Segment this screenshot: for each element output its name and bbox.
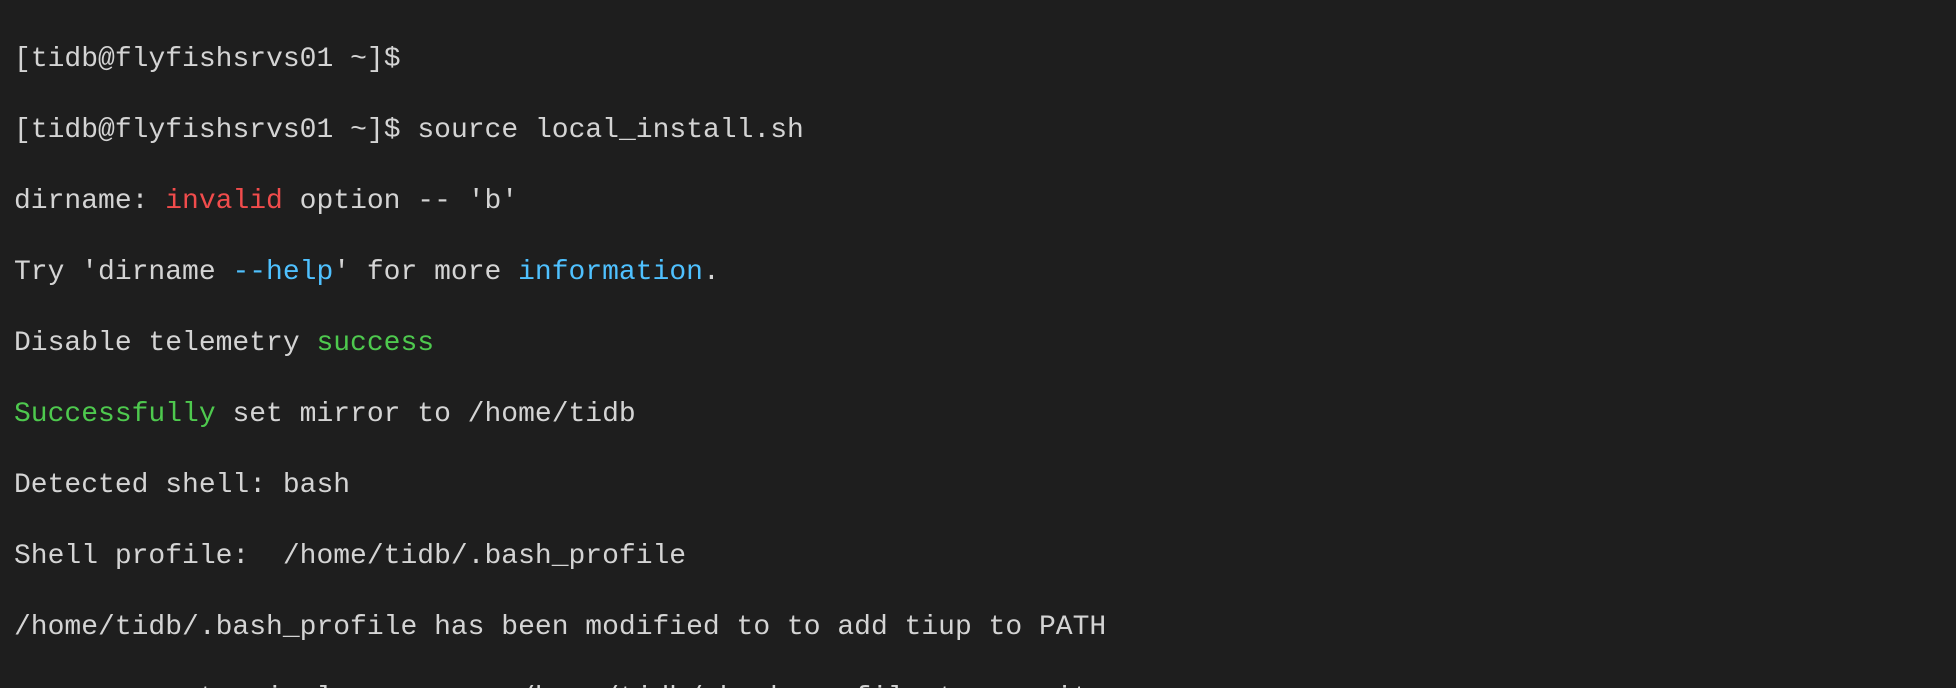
prompt-host: flyfishsrvs01 [115, 115, 333, 146]
output-line: Detected shell: bash [14, 468, 1942, 504]
prompt-path: ~ [350, 44, 367, 75]
prompt-line: [tidb@flyfishsrvs01 ~]$ source local_ins… [14, 113, 1942, 149]
prompt-at: @ [98, 44, 115, 75]
command-text: source local_install.sh [417, 115, 803, 146]
prompt-space [333, 44, 350, 75]
output-text: Try 'dirname [14, 257, 232, 288]
prompt-open: [ [14, 115, 31, 146]
terminal-output[interactable]: [tidb@flyfishsrvs01 ~]$ [tidb@flyfishsrv… [0, 0, 1956, 688]
output-text: ' for more [333, 257, 518, 288]
output-text: dirname: [14, 186, 165, 217]
prompt-user: tidb [31, 44, 98, 75]
success-word: success [316, 328, 434, 359]
prompt-dollar: $ [384, 115, 401, 146]
output-line: Try 'dirname --help' for more informatio… [14, 255, 1942, 291]
success-word: Successfully [14, 399, 216, 430]
output-text: option -- 'b' [283, 186, 518, 217]
prompt-user: tidb [31, 115, 98, 146]
output-line: Successfully set mirror to /home/tidb [14, 397, 1942, 433]
output-line: /home/tidb/.bash_profile has been modifi… [14, 610, 1942, 646]
prompt-host: flyfishsrvs01 [115, 44, 333, 75]
prompt-space [333, 115, 350, 146]
output-text: Disable telemetry [14, 328, 316, 359]
prompt-open: [ [14, 44, 31, 75]
output-line: dirname: invalid option -- 'b' [14, 184, 1942, 220]
option-word: --help [232, 257, 333, 288]
prompt-at: @ [98, 115, 115, 146]
prompt-close: ] [367, 44, 384, 75]
output-text: . [703, 257, 720, 288]
prompt-path: ~ [350, 115, 367, 146]
output-text: set mirror to /home/tidb [216, 399, 636, 430]
prompt-close: ] [367, 115, 384, 146]
error-word: invalid [165, 186, 283, 217]
output-line: open a new terminal or source /home/tidb… [14, 681, 1942, 688]
output-line: Shell profile: /home/tidb/.bash_profile [14, 539, 1942, 575]
output-line: Disable telemetry success [14, 326, 1942, 362]
prompt-line: [tidb@flyfishsrvs01 ~]$ [14, 42, 1942, 78]
prompt-dollar: $ [384, 44, 401, 75]
info-word: information [518, 257, 703, 288]
